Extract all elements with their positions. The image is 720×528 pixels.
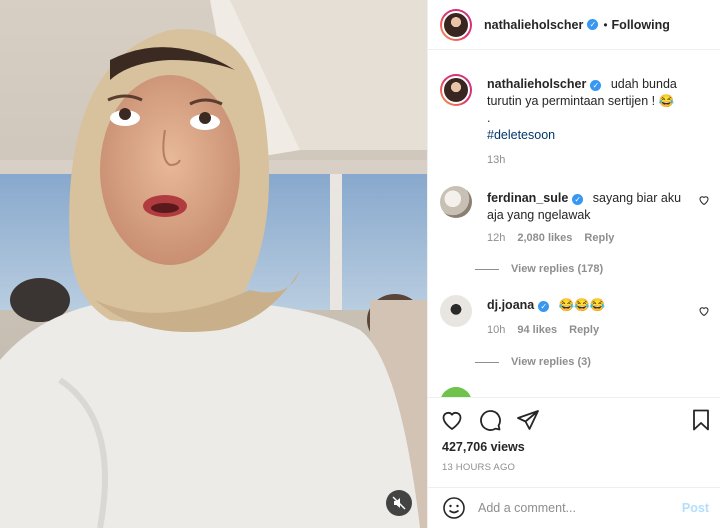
comment-likes[interactable]: 94 likes xyxy=(517,322,557,339)
commenter-avatar[interactable] xyxy=(440,186,472,218)
caption-item: nathalieholscher ✓ udah bunda turutin ya … xyxy=(440,74,710,174)
caption-time[interactable]: 13h xyxy=(487,152,505,169)
view-replies-label: View replies (3) xyxy=(511,356,591,368)
video-frame xyxy=(0,0,427,528)
author-avatar[interactable] xyxy=(440,8,472,41)
author-avatar[interactable] xyxy=(440,74,472,106)
add-comment-bar: Add a comment... Post xyxy=(428,487,720,528)
verified-badge-icon: ✓ xyxy=(538,301,550,312)
share-icon[interactable] xyxy=(516,408,540,432)
reply-button[interactable]: Reply xyxy=(584,230,614,247)
verified-badge-icon: ✓ xyxy=(572,194,584,205)
verified-badge-icon: ✓ xyxy=(590,80,602,91)
replies-divider xyxy=(475,268,499,270)
author-username[interactable]: nathalieholscher xyxy=(484,18,583,32)
mute-button[interactable] xyxy=(386,490,412,516)
comment-username[interactable]: dj.joana xyxy=(487,298,534,312)
comment-like-heart-icon[interactable] xyxy=(698,305,710,317)
commenter-avatar[interactable] xyxy=(440,295,472,327)
view-replies-button[interactable]: View replies (178) xyxy=(475,263,603,275)
view-replies-label: View replies (178) xyxy=(511,263,604,275)
commenter-avatar[interactable] xyxy=(440,387,472,397)
comment-item-partial xyxy=(440,387,710,397)
replies-divider xyxy=(475,361,499,363)
caption-username[interactable]: nathalieholscher xyxy=(487,77,586,91)
post-side-panel: nathalieholscher ✓ • Following nathalieh… xyxy=(427,0,720,528)
bookmark-icon[interactable] xyxy=(689,408,713,432)
comment-item: dj.joana ✓ 😂😂😂 10h 94 likes Reply xyxy=(440,295,710,365)
comment-username[interactable]: ferdinan_sule xyxy=(487,191,568,205)
hashtag-link[interactable]: #deletesoon xyxy=(487,127,687,144)
header-separator: • xyxy=(603,17,608,32)
comment-time[interactable]: 12h xyxy=(487,230,505,247)
reply-button[interactable]: Reply xyxy=(569,322,599,339)
post-actions: 427,706 views 13 HOURS AGO xyxy=(428,397,720,487)
view-replies-button[interactable]: View replies (3) xyxy=(475,356,591,368)
post-comment-button[interactable]: Post xyxy=(682,501,709,515)
comment-like-heart-icon[interactable] xyxy=(698,194,710,206)
video-player[interactable] xyxy=(0,0,427,528)
comment-text: 😂😂😂 xyxy=(558,298,606,312)
comment-icon[interactable] xyxy=(478,408,502,432)
post-header: nathalieholscher ✓ • Following xyxy=(428,0,720,50)
comments-list[interactable]: nathalieholscher ✓ udah bunda turutin ya … xyxy=(428,51,720,397)
comment-time[interactable]: 10h xyxy=(487,322,505,339)
muted-speaker-icon xyxy=(392,496,406,510)
comment-likes[interactable]: 2,080 likes xyxy=(517,230,572,247)
view-count[interactable]: 427,706 views xyxy=(442,440,525,454)
following-button[interactable]: Following xyxy=(612,18,670,32)
verified-badge-icon: ✓ xyxy=(587,19,599,30)
heart-icon[interactable] xyxy=(440,408,464,432)
emoji-icon[interactable] xyxy=(442,496,466,520)
post-timestamp[interactable]: 13 HOURS AGO xyxy=(442,462,515,473)
caption-dot: . xyxy=(487,111,491,125)
comment-input[interactable]: Add a comment... xyxy=(478,501,682,515)
